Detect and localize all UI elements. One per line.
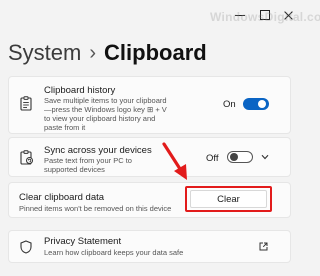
breadcrumb-system[interactable]: System [8,40,81,66]
clipboard-history-state: On [223,99,236,110]
clipboard-history-description: Save multiple items to your clipboard —p… [44,96,167,132]
privacy-description: Learn how clipboard keeps your data safe [44,248,184,257]
desc-line: Save multiple items to your clipboard [44,96,167,105]
clear-button[interactable]: Clear [185,186,272,212]
annotation-arrow [162,142,187,180]
toggle-knob [230,153,238,161]
privacy-title: Privacy Statement [44,236,122,247]
clipboard-history-card: Clipboard history Save multiple items to… [8,76,291,134]
desc-line: —press the Windows logo key ⊞ + V [44,105,167,114]
sync-state: Off [206,153,219,164]
breadcrumb-separator: › [89,41,97,64]
chevron-down-icon[interactable] [261,154,269,160]
clear-title: Clear clipboard data [19,192,105,203]
clipboard-sync-icon [20,150,33,165]
desc-line: to view your clipboard history and [44,114,156,123]
open-external-icon[interactable] [259,242,268,251]
clipboard-history-title: Clipboard history [44,85,116,96]
clipboard-history-toggle[interactable] [243,98,269,110]
clear-description: Pinned items won't be removed on this de… [19,204,172,213]
clear-button-label: Clear [217,193,240,205]
sync-devices-card[interactable]: Sync across your devices Paste text from… [8,137,291,177]
desc-line: supported devices [44,165,105,174]
desc-line: Paste text from your PC to [44,156,132,165]
minimize-button[interactable] [228,0,252,30]
shield-icon [20,240,32,254]
desc-line: paste from it [44,123,86,132]
clipboard-history-icon [20,96,32,111]
clear-button-face: Clear [190,190,267,208]
maximize-button[interactable] [252,0,276,30]
breadcrumb: System › Clipboard [8,40,207,66]
sync-toggle[interactable] [227,151,253,163]
toggle-knob [258,100,266,108]
sync-title: Sync across your devices [44,145,152,156]
privacy-card[interactable]: Privacy Statement Learn how clipboard ke… [8,230,291,263]
close-button[interactable] [276,0,300,30]
window-controls [228,0,300,30]
page-title: Clipboard [104,40,207,65]
sync-description: Paste text from your PC to supported dev… [44,156,132,174]
